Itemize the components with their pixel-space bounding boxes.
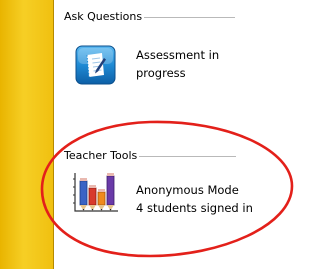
teacher-tools-title: Teacher Tools [64,149,140,162]
assessment-icon[interactable] [75,45,116,85]
assessment-line-1: Assessment in [136,48,220,62]
pencils-chart-icon[interactable] [71,171,120,215]
ask-questions-title: Ask Questions [64,10,145,23]
anonymous-mode-text: Anonymous Mode 4 students signed in [136,181,253,217]
anonymous-mode-line: Anonymous Mode [136,183,239,197]
students-signed-in-line: 4 students signed in [136,201,253,215]
content-panel [54,0,295,269]
ask-questions-divider [144,16,235,18]
yellow-sidebar [0,0,54,269]
assessment-line-2: progress [136,66,186,80]
assessment-status-text: Assessment in progress [136,46,219,82]
ask-questions-group-header: Ask Questions [64,10,235,23]
teacher-tools-divider [139,155,236,157]
teacher-tools-group-header: Teacher Tools [64,149,236,162]
